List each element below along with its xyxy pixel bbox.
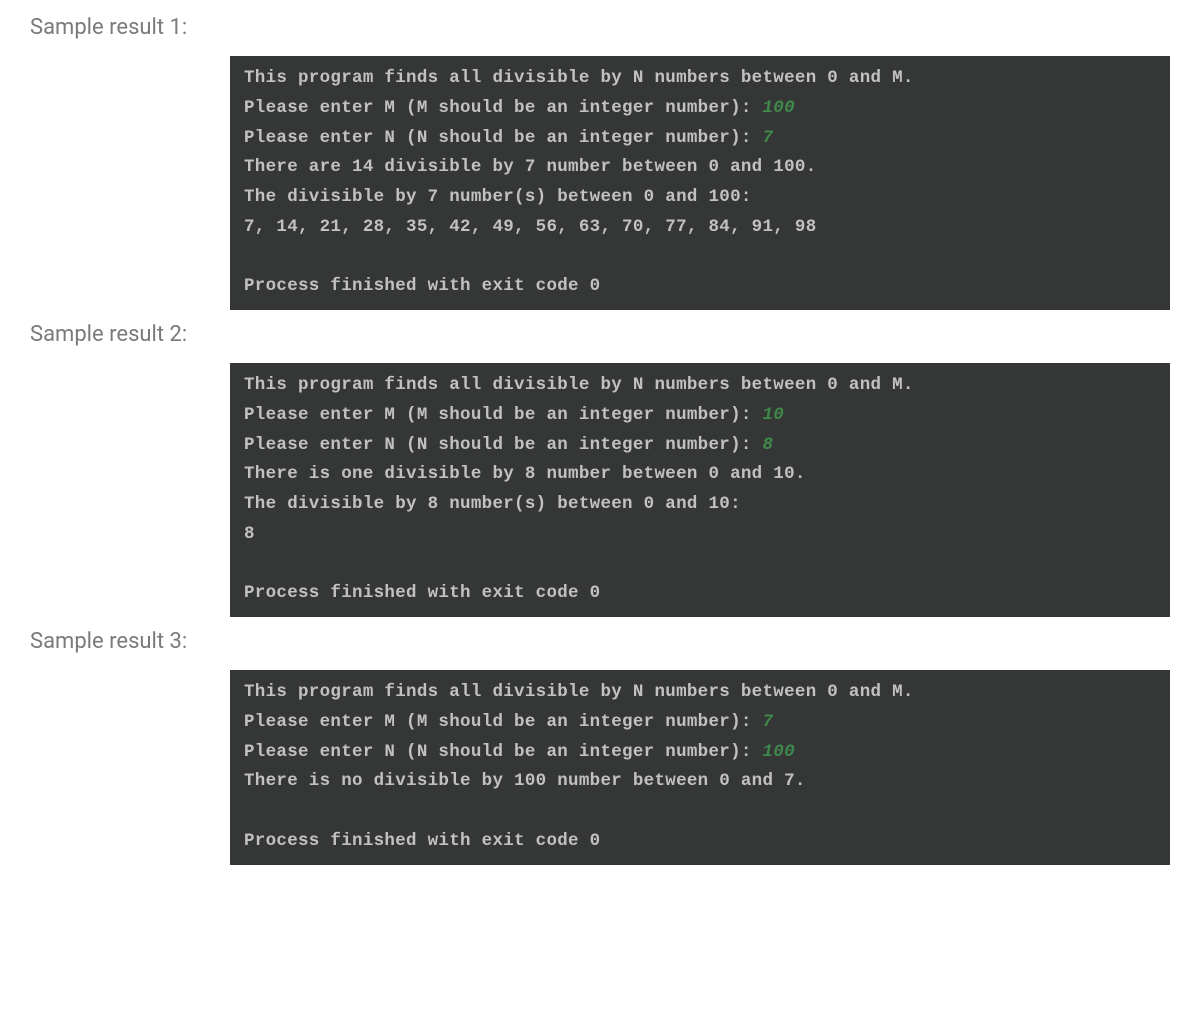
user-input-m: 100: [762, 98, 794, 118]
list-header: The divisible by 8 number(s) between 0 a…: [244, 490, 1156, 520]
blank-line: [244, 797, 1156, 827]
exit-code-line: Process finished with exit code 0: [244, 579, 1156, 609]
user-input-n: 8: [762, 435, 773, 455]
user-input-m: 10: [762, 405, 784, 425]
sample-label-1: Sample result 1:: [30, 15, 1170, 40]
count-output: There is no divisible by 100 number betw…: [244, 767, 1156, 797]
sample-result-2: Sample result 2: This program finds all …: [30, 322, 1170, 617]
prompt-n-text: Please enter N (N should be an integer n…: [244, 742, 762, 762]
count-output: There is one divisible by 8 number betwe…: [244, 460, 1156, 490]
terminal-output-1: This program finds all divisible by N nu…: [230, 56, 1170, 310]
user-input-n: 100: [762, 742, 794, 762]
prompt-m-line: Please enter M (M should be an integer n…: [244, 708, 1156, 738]
prompt-m-text: Please enter M (M should be an integer n…: [244, 712, 762, 732]
prompt-n-line: Please enter N (N should be an integer n…: [244, 431, 1156, 461]
exit-code-line: Process finished with exit code 0: [244, 272, 1156, 302]
terminal-output-3: This program finds all divisible by N nu…: [230, 670, 1170, 865]
prompt-m-line: Please enter M (M should be an integer n…: [244, 401, 1156, 431]
list-header: The divisible by 7 number(s) between 0 a…: [244, 183, 1156, 213]
numbers-list: 8: [244, 520, 1156, 550]
program-description: This program finds all divisible by N nu…: [244, 371, 1156, 401]
sample-label-3: Sample result 3:: [30, 629, 1170, 654]
numbers-list: 7, 14, 21, 28, 35, 42, 49, 56, 63, 70, 7…: [244, 213, 1156, 243]
prompt-m-text: Please enter M (M should be an integer n…: [244, 405, 762, 425]
prompt-n-line: Please enter N (N should be an integer n…: [244, 124, 1156, 154]
terminal-output-2: This program finds all divisible by N nu…: [230, 363, 1170, 617]
prompt-m-line: Please enter M (M should be an integer n…: [244, 94, 1156, 124]
blank-line: [244, 550, 1156, 580]
prompt-n-line: Please enter N (N should be an integer n…: [244, 738, 1156, 768]
sample-result-1: Sample result 1: This program finds all …: [30, 15, 1170, 310]
prompt-m-text: Please enter M (M should be an integer n…: [244, 98, 762, 118]
sample-label-2: Sample result 2:: [30, 322, 1170, 347]
count-output: There are 14 divisible by 7 number betwe…: [244, 153, 1156, 183]
program-description: This program finds all divisible by N nu…: [244, 64, 1156, 94]
prompt-n-text: Please enter N (N should be an integer n…: [244, 128, 762, 148]
program-description: This program finds all divisible by N nu…: [244, 678, 1156, 708]
exit-code-line: Process finished with exit code 0: [244, 827, 1156, 857]
prompt-n-text: Please enter N (N should be an integer n…: [244, 435, 762, 455]
sample-result-3: Sample result 3: This program finds all …: [30, 629, 1170, 865]
blank-line: [244, 243, 1156, 273]
user-input-m: 7: [762, 712, 773, 732]
user-input-n: 7: [762, 128, 773, 148]
